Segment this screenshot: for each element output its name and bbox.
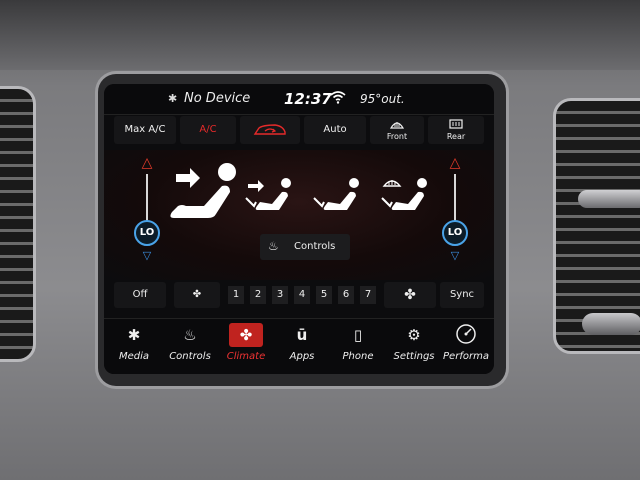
seat-controls-button[interactable]: ♨ Controls [260, 234, 350, 260]
fan-decrease-button[interactable]: ✤ [174, 282, 220, 308]
passenger-temp-slider[interactable] [454, 174, 456, 222]
gear-icon: ⚙ [407, 326, 421, 344]
recirculation-button[interactable] [240, 116, 300, 144]
fan-large-icon: ✤ [404, 287, 416, 303]
fan-small-icon: ✤ [192, 289, 202, 300]
ac-button[interactable]: A/C [180, 116, 236, 144]
passenger-temp-up-button[interactable]: △ [440, 156, 470, 170]
driver-temp-control: △ LO ▽ [132, 156, 162, 266]
nav-settings[interactable]: ⚙ Settings [386, 323, 442, 373]
gauge-icon [438, 323, 494, 347]
airflow-floor-mode-button[interactable] [312, 174, 372, 224]
airflow-defrost-floor-mode-button[interactable] [380, 174, 440, 224]
fan-speed-4[interactable]: 4 [294, 286, 310, 304]
auto-button[interactable]: Auto [304, 116, 366, 144]
seat-controls-icon: ♨ [183, 326, 197, 344]
status-bar: ✱ No Device 12:37 95°out. [104, 84, 494, 115]
passenger-temp-control: △ LO ▽ [440, 156, 470, 266]
apps-icon: ū [296, 326, 308, 344]
nav-performance[interactable]: Performa [438, 323, 494, 373]
dashboard-top [0, 0, 640, 70]
climate-icon: ✤ [229, 323, 263, 347]
fan-increase-button[interactable]: ✤ [384, 282, 436, 308]
driver-temp-value[interactable]: LO [134, 220, 160, 246]
wifi-icon [330, 91, 346, 108]
rear-defrost-button[interactable]: Rear [428, 116, 484, 144]
nav-climate[interactable]: ✤ Climate [218, 323, 274, 373]
heated-seat-icon: ♨ [268, 239, 279, 253]
nav-controls[interactable]: ♨ Controls [162, 323, 218, 373]
phone-icon: ▯ [353, 326, 363, 344]
fan-speed-7[interactable]: 7 [360, 286, 376, 304]
passenger-temp-value[interactable]: LO [442, 220, 468, 246]
bluetooth-icon: ✱ [127, 326, 141, 344]
outside-temperature: 95°out. [360, 92, 405, 106]
recirculation-icon [240, 124, 300, 139]
vent-adjust-knob [578, 190, 640, 208]
passenger-temp-down-button[interactable]: ▽ [440, 250, 470, 262]
climate-mode-area: △ LO ▽ △ LO ▽ [104, 150, 494, 280]
nav-phone[interactable]: ▯ Phone [330, 323, 386, 373]
max-ac-button[interactable]: Max A/C [114, 116, 176, 144]
front-defrost-icon [370, 119, 424, 132]
rear-defrost-icon [428, 119, 484, 132]
fan-speed-1[interactable]: 1 [228, 286, 244, 304]
fan-off-button[interactable]: Off [114, 282, 166, 308]
climate-top-row: Max A/C A/C Auto Front Rear [114, 116, 484, 146]
driver-temp-up-button[interactable]: △ [132, 156, 162, 170]
device-status[interactable]: No Device [184, 91, 250, 106]
fan-speed-3[interactable]: 3 [272, 286, 288, 304]
clock: 12:37 [284, 90, 332, 108]
fan-speed-5[interactable]: 5 [316, 286, 332, 304]
fan-speed-row: Off ✤ 1 2 3 4 5 6 7 ✤ Sync [114, 282, 484, 310]
airflow-panel-mode-button[interactable] [164, 156, 254, 236]
vent-close-wheel [582, 313, 640, 335]
sync-button[interactable]: Sync [440, 282, 484, 308]
driver-temp-down-button[interactable]: ▽ [132, 250, 162, 262]
bluetooth-icon: ✱ [168, 92, 178, 105]
driver-temp-slider[interactable] [146, 174, 148, 222]
fan-speed-2[interactable]: 2 [250, 286, 266, 304]
airflow-bilevel-mode-button[interactable] [244, 174, 304, 224]
nav-apps[interactable]: ū Apps [274, 323, 330, 373]
left-air-vent [0, 86, 36, 362]
front-defrost-button[interactable]: Front [370, 116, 424, 144]
infotainment-screen: ✱ No Device 12:37 95°out. Max A/C A/C Au… [104, 84, 494, 374]
nav-media[interactable]: ✱ Media [106, 323, 162, 373]
bottom-navigation: ✱ Media ♨ Controls ✤ Climate ū Apps ▯ Ph… [104, 318, 494, 374]
fan-speed-6[interactable]: 6 [338, 286, 354, 304]
